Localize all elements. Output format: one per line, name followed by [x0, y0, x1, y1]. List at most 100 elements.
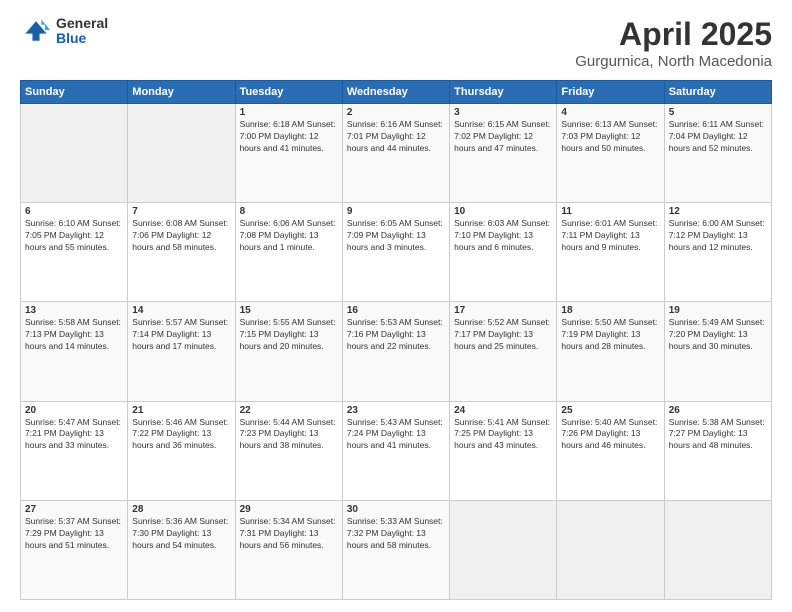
day-info: Sunrise: 5:40 AM Sunset: 7:26 PM Dayligh… [561, 417, 659, 453]
day-info: Sunrise: 6:06 AM Sunset: 7:08 PM Dayligh… [240, 218, 338, 254]
day-info: Sunrise: 6:03 AM Sunset: 7:10 PM Dayligh… [454, 218, 552, 254]
page: General Blue April 2025 Gurgurnica, Nort… [0, 0, 792, 612]
calendar-week-3: 13Sunrise: 5:58 AM Sunset: 7:13 PM Dayli… [21, 302, 772, 401]
day-info: Sunrise: 5:44 AM Sunset: 7:23 PM Dayligh… [240, 417, 338, 453]
calendar-cell: 25Sunrise: 5:40 AM Sunset: 7:26 PM Dayli… [557, 401, 664, 500]
day-info: Sunrise: 5:47 AM Sunset: 7:21 PM Dayligh… [25, 417, 123, 453]
day-info: Sunrise: 5:58 AM Sunset: 7:13 PM Dayligh… [25, 317, 123, 353]
day-info: Sunrise: 6:13 AM Sunset: 7:03 PM Dayligh… [561, 119, 659, 155]
calendar-cell: 28Sunrise: 5:36 AM Sunset: 7:30 PM Dayli… [128, 500, 235, 599]
calendar-cell: 9Sunrise: 6:05 AM Sunset: 7:09 PM Daylig… [342, 203, 449, 302]
day-number: 6 [25, 206, 123, 217]
day-info: Sunrise: 6:05 AM Sunset: 7:09 PM Dayligh… [347, 218, 445, 254]
main-title: April 2025 [575, 16, 772, 53]
calendar-cell: 10Sunrise: 6:03 AM Sunset: 7:10 PM Dayli… [450, 203, 557, 302]
calendar-cell [664, 500, 771, 599]
calendar-cell: 20Sunrise: 5:47 AM Sunset: 7:21 PM Dayli… [21, 401, 128, 500]
calendar-week-4: 20Sunrise: 5:47 AM Sunset: 7:21 PM Dayli… [21, 401, 772, 500]
day-info: Sunrise: 6:11 AM Sunset: 7:04 PM Dayligh… [669, 119, 767, 155]
day-info: Sunrise: 6:16 AM Sunset: 7:01 PM Dayligh… [347, 119, 445, 155]
calendar-cell: 27Sunrise: 5:37 AM Sunset: 7:29 PM Dayli… [21, 500, 128, 599]
day-info: Sunrise: 5:34 AM Sunset: 7:31 PM Dayligh… [240, 516, 338, 552]
day-number: 7 [132, 206, 230, 217]
calendar-cell [557, 500, 664, 599]
calendar-cell: 24Sunrise: 5:41 AM Sunset: 7:25 PM Dayli… [450, 401, 557, 500]
calendar-cell: 17Sunrise: 5:52 AM Sunset: 7:17 PM Dayli… [450, 302, 557, 401]
day-info: Sunrise: 5:43 AM Sunset: 7:24 PM Dayligh… [347, 417, 445, 453]
calendar-week-2: 6Sunrise: 6:10 AM Sunset: 7:05 PM Daylig… [21, 203, 772, 302]
day-number: 17 [454, 305, 552, 316]
calendar-cell: 1Sunrise: 6:18 AM Sunset: 7:00 PM Daylig… [235, 104, 342, 203]
calendar-table: SundayMondayTuesdayWednesdayThursdayFrid… [20, 80, 772, 600]
weekday-header-thursday: Thursday [450, 81, 557, 104]
day-info: Sunrise: 5:36 AM Sunset: 7:30 PM Dayligh… [132, 516, 230, 552]
calendar-cell: 5Sunrise: 6:11 AM Sunset: 7:04 PM Daylig… [664, 104, 771, 203]
day-number: 28 [132, 504, 230, 515]
logo-general-label: General [56, 16, 108, 31]
weekday-header-wednesday: Wednesday [342, 81, 449, 104]
weekday-header-saturday: Saturday [664, 81, 771, 104]
day-number: 14 [132, 305, 230, 316]
day-number: 1 [240, 107, 338, 118]
calendar-cell: 7Sunrise: 6:08 AM Sunset: 7:06 PM Daylig… [128, 203, 235, 302]
day-number: 21 [132, 405, 230, 416]
day-number: 24 [454, 405, 552, 416]
logo-icon [20, 17, 52, 45]
day-info: Sunrise: 5:50 AM Sunset: 7:19 PM Dayligh… [561, 317, 659, 353]
day-info: Sunrise: 5:55 AM Sunset: 7:15 PM Dayligh… [240, 317, 338, 353]
calendar-week-1: 1Sunrise: 6:18 AM Sunset: 7:00 PM Daylig… [21, 104, 772, 203]
calendar-cell: 12Sunrise: 6:00 AM Sunset: 7:12 PM Dayli… [664, 203, 771, 302]
weekday-header-monday: Monday [128, 81, 235, 104]
day-number: 5 [669, 107, 767, 118]
day-number: 20 [25, 405, 123, 416]
weekday-header-row: SundayMondayTuesdayWednesdayThursdayFrid… [21, 81, 772, 104]
calendar-cell: 4Sunrise: 6:13 AM Sunset: 7:03 PM Daylig… [557, 104, 664, 203]
day-number: 22 [240, 405, 338, 416]
calendar-cell: 29Sunrise: 5:34 AM Sunset: 7:31 PM Dayli… [235, 500, 342, 599]
day-number: 30 [347, 504, 445, 515]
day-number: 4 [561, 107, 659, 118]
day-info: Sunrise: 5:41 AM Sunset: 7:25 PM Dayligh… [454, 417, 552, 453]
calendar-cell: 18Sunrise: 5:50 AM Sunset: 7:19 PM Dayli… [557, 302, 664, 401]
title-block: April 2025 Gurgurnica, North Macedonia [575, 16, 772, 70]
calendar-week-5: 27Sunrise: 5:37 AM Sunset: 7:29 PM Dayli… [21, 500, 772, 599]
day-info: Sunrise: 6:01 AM Sunset: 7:11 PM Dayligh… [561, 218, 659, 254]
day-number: 25 [561, 405, 659, 416]
day-number: 15 [240, 305, 338, 316]
day-number: 19 [669, 305, 767, 316]
day-number: 27 [25, 504, 123, 515]
weekday-header-friday: Friday [557, 81, 664, 104]
day-info: Sunrise: 6:00 AM Sunset: 7:12 PM Dayligh… [669, 218, 767, 254]
calendar-cell [21, 104, 128, 203]
day-number: 3 [454, 107, 552, 118]
calendar-cell: 14Sunrise: 5:57 AM Sunset: 7:14 PM Dayli… [128, 302, 235, 401]
day-info: Sunrise: 5:52 AM Sunset: 7:17 PM Dayligh… [454, 317, 552, 353]
calendar-cell: 13Sunrise: 5:58 AM Sunset: 7:13 PM Dayli… [21, 302, 128, 401]
day-number: 11 [561, 206, 659, 217]
calendar-cell [128, 104, 235, 203]
logo: General Blue [20, 16, 108, 47]
day-info: Sunrise: 5:33 AM Sunset: 7:32 PM Dayligh… [347, 516, 445, 552]
day-info: Sunrise: 6:08 AM Sunset: 7:06 PM Dayligh… [132, 218, 230, 254]
calendar-cell: 2Sunrise: 6:16 AM Sunset: 7:01 PM Daylig… [342, 104, 449, 203]
day-number: 16 [347, 305, 445, 316]
day-number: 13 [25, 305, 123, 316]
day-number: 29 [240, 504, 338, 515]
day-info: Sunrise: 5:57 AM Sunset: 7:14 PM Dayligh… [132, 317, 230, 353]
calendar-cell: 6Sunrise: 6:10 AM Sunset: 7:05 PM Daylig… [21, 203, 128, 302]
subtitle: Gurgurnica, North Macedonia [575, 53, 772, 70]
calendar-cell: 16Sunrise: 5:53 AM Sunset: 7:16 PM Dayli… [342, 302, 449, 401]
day-info: Sunrise: 5:37 AM Sunset: 7:29 PM Dayligh… [25, 516, 123, 552]
day-info: Sunrise: 5:53 AM Sunset: 7:16 PM Dayligh… [347, 317, 445, 353]
day-info: Sunrise: 6:18 AM Sunset: 7:00 PM Dayligh… [240, 119, 338, 155]
calendar-cell: 26Sunrise: 5:38 AM Sunset: 7:27 PM Dayli… [664, 401, 771, 500]
day-number: 26 [669, 405, 767, 416]
weekday-header-sunday: Sunday [21, 81, 128, 104]
weekday-header-tuesday: Tuesday [235, 81, 342, 104]
calendar-cell: 15Sunrise: 5:55 AM Sunset: 7:15 PM Dayli… [235, 302, 342, 401]
day-info: Sunrise: 5:46 AM Sunset: 7:22 PM Dayligh… [132, 417, 230, 453]
calendar-cell [450, 500, 557, 599]
logo-blue-label: Blue [56, 31, 108, 46]
day-info: Sunrise: 5:49 AM Sunset: 7:20 PM Dayligh… [669, 317, 767, 353]
day-number: 9 [347, 206, 445, 217]
